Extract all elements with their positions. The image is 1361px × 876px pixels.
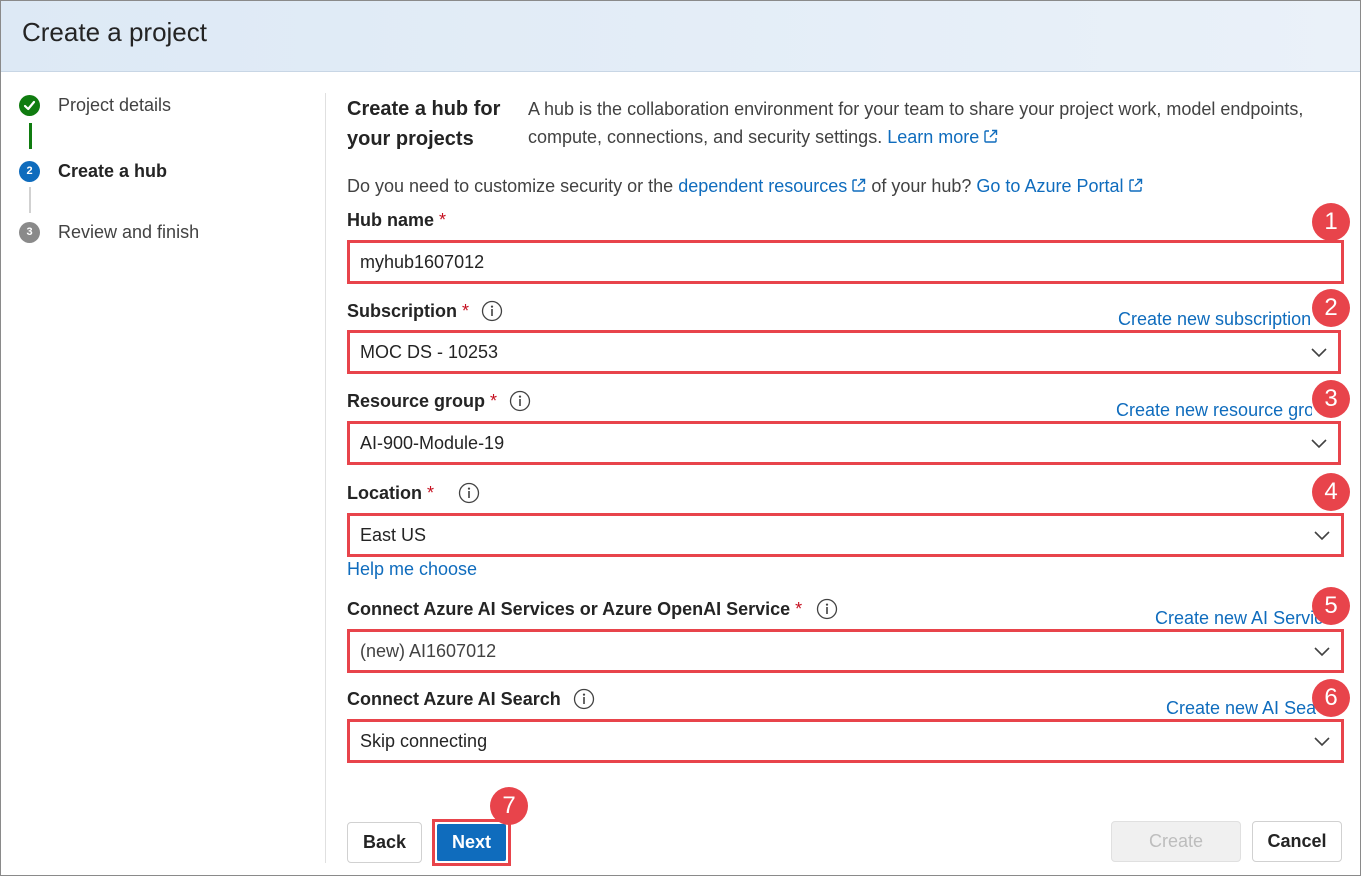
info-icon — [509, 390, 531, 412]
ai-services-label: Connect Azure AI Services or Azure OpenA… — [347, 598, 838, 620]
hub-name-label: Hub name * — [347, 210, 447, 230]
section-title: Create a hub for your projects — [347, 98, 501, 150]
create-button[interactable]: Create — [1111, 821, 1241, 862]
subscription-value: MOC DS - 10253 — [360, 342, 499, 362]
chevron-down-icon — [1311, 439, 1327, 449]
step-badge-7: 7 — [490, 787, 528, 825]
step-connector — [29, 123, 32, 149]
chevron-down-icon — [1314, 647, 1330, 657]
ai-search-value: Skip connecting — [360, 731, 488, 751]
info-icon — [573, 688, 594, 710]
step-number-icon: 3 — [19, 221, 40, 243]
step-review-finish[interactable]: 3 Review and finish — [19, 220, 199, 244]
step-badge-3: 3 — [1312, 380, 1350, 418]
create-subscription-link[interactable]: Create new subscription — [1118, 309, 1332, 330]
checkmark-icon — [19, 94, 40, 116]
info-icon — [458, 482, 480, 504]
location-value: East US — [360, 525, 427, 545]
location-dropdown[interactable]: East US — [347, 513, 1344, 557]
step-number-icon: 2 — [19, 160, 40, 182]
resource-group-value: AI-900-Module-19 — [360, 433, 505, 453]
external-link-icon — [1128, 178, 1142, 192]
azure-portal-link[interactable]: Go to Azure Portal — [976, 176, 1142, 196]
hub-name-value: myhub1607012 — [360, 252, 485, 272]
dependent-resources-link[interactable]: dependent resources — [678, 176, 866, 196]
step-connector — [29, 187, 31, 213]
step-badge-5: 5 — [1312, 587, 1350, 625]
ai-search-label: Connect Azure AI Search — [347, 688, 595, 710]
chevron-down-icon — [1314, 531, 1330, 541]
step-label: Review and finish — [58, 221, 200, 242]
step-badge-2: 2 — [1312, 289, 1350, 327]
next-button-highlight: Next — [432, 819, 511, 866]
learn-more-link[interactable]: Learn more — [887, 127, 998, 147]
step-label: Create a hub — [58, 160, 168, 181]
step-badge-6: 6 — [1312, 679, 1350, 717]
hub-form: Create a hub for your projects A hub is … — [347, 1, 1350, 875]
dialog-title: Create a project — [22, 17, 207, 47]
chevron-down-icon — [1311, 348, 1327, 358]
hub-name-input[interactable]: myhub1607012 — [347, 240, 1344, 284]
info-icon — [481, 300, 503, 322]
ai-services-dropdown[interactable]: (new) AI1607012 — [347, 629, 1344, 673]
step-badge-4: 4 — [1312, 473, 1350, 511]
subscription-dropdown[interactable]: MOC DS - 10253 — [347, 330, 1341, 374]
create-project-dialog: Create a project Project details 2 Creat… — [0, 0, 1361, 876]
external-link-icon — [852, 178, 866, 192]
cancel-button[interactable]: Cancel — [1252, 821, 1342, 862]
ai-search-dropdown[interactable]: Skip connecting — [347, 719, 1344, 763]
external-link-icon — [984, 129, 998, 143]
ai-services-value: (new) AI1607012 — [360, 641, 497, 661]
section-description: A hub is the collaboration environment f… — [528, 95, 1308, 151]
location-label: Location * — [347, 482, 480, 504]
resource-group-label: Resource group * — [347, 390, 531, 412]
step-project-details[interactable]: Project details — [19, 93, 171, 117]
vertical-divider — [325, 93, 326, 863]
chevron-down-icon — [1314, 737, 1330, 747]
resource-group-dropdown[interactable]: AI-900-Module-19 — [347, 421, 1341, 465]
help-me-choose-link[interactable]: Help me choose — [347, 559, 477, 580]
subscription-label: Subscription * — [347, 300, 503, 322]
step-label: Project details — [58, 94, 172, 115]
customize-hint: Do you need to customize security or the… — [347, 176, 1143, 197]
info-icon — [817, 598, 838, 620]
step-badge-1: 1 — [1312, 203, 1350, 241]
back-button[interactable]: Back — [347, 822, 422, 863]
create-ai-search-link[interactable]: Create new AI Search — [1166, 698, 1316, 719]
step-create-hub[interactable]: 2 Create a hub — [19, 159, 167, 183]
create-ai-services-link[interactable]: Create new AI Services — [1155, 608, 1325, 629]
create-resource-group-link[interactable]: Create new resource group — [1116, 400, 1312, 421]
next-button[interactable]: Next — [437, 824, 506, 861]
